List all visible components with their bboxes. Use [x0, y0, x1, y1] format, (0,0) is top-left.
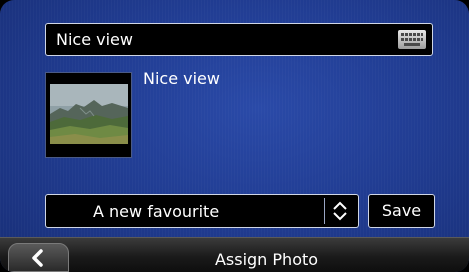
keyboard-icon[interactable] [398, 30, 426, 49]
save-button[interactable]: Save [368, 194, 435, 228]
favourite-select[interactable]: A new favourite [45, 194, 359, 228]
landscape-photo [50, 84, 128, 144]
photo-caption: Nice view [143, 69, 220, 88]
name-input-value: Nice view [56, 30, 133, 49]
screen: Nice view Nice view A new favourite Save… [0, 0, 469, 272]
photo-thumbnail[interactable] [45, 72, 132, 158]
page-title: Assign Photo [214, 250, 319, 269]
name-input[interactable]: Nice view [45, 23, 433, 56]
favourite-select-value: A new favourite [93, 202, 220, 221]
up-down-chevron-icon[interactable] [324, 198, 355, 224]
back-button[interactable] [8, 243, 69, 272]
